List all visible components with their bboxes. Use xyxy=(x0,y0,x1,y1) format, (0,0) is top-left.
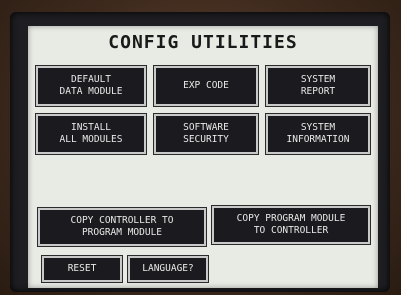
reset-button[interactable]: RESET xyxy=(41,255,123,283)
copy-program-module-to-controller-button[interactable]: COPY PROGRAM MODULE TO CONTROLLER xyxy=(211,205,371,245)
system-information-button[interactable]: SYSTEM INFORMATION xyxy=(265,113,371,155)
install-all-modules-button[interactable]: INSTALL ALL MODULES xyxy=(35,113,147,155)
copy-controller-to-program-module-button[interactable]: COPY CONTROLLER TO PROGRAM MODULE xyxy=(37,207,207,247)
system-report-button[interactable]: SYSTEM REPORT xyxy=(265,65,371,107)
exp-code-button[interactable]: EXP CODE xyxy=(153,65,259,107)
software-security-button[interactable]: SOFTWARE SECURITY xyxy=(153,113,259,155)
touch-screen: CONFIG UTILITIES DEFAULT DATA MODULE EXP… xyxy=(28,26,378,288)
language-button[interactable]: LANGUAGE? xyxy=(127,255,209,283)
default-data-module-button[interactable]: DEFAULT DATA MODULE xyxy=(35,65,147,107)
page-title: CONFIG UTILITIES xyxy=(108,32,298,53)
